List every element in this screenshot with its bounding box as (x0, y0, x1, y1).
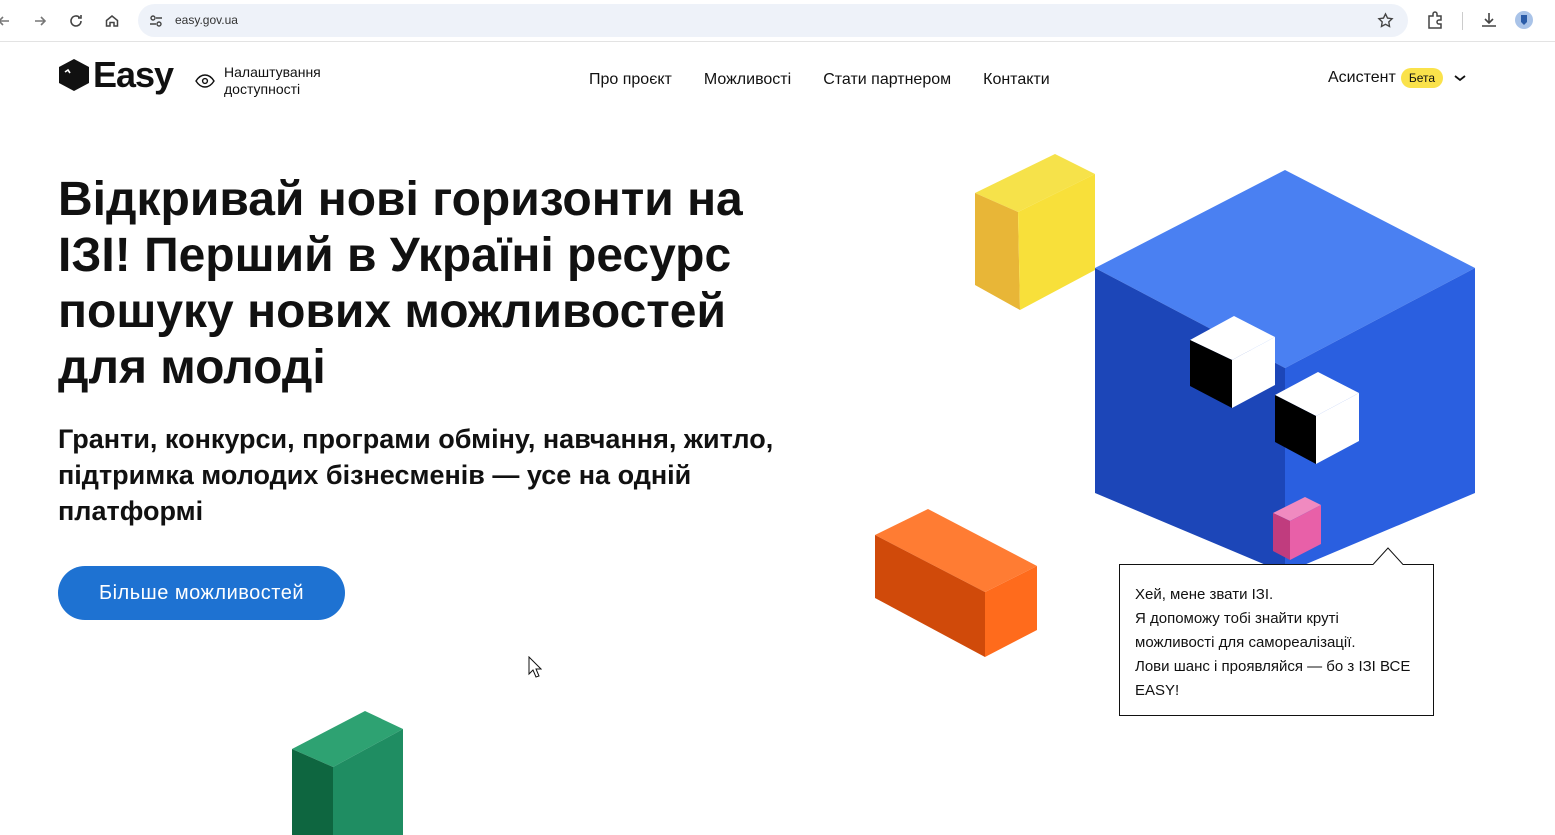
blue-cube-character (1095, 170, 1475, 573)
bubble-line: Хей, мене звати ІЗІ. (1135, 586, 1274, 603)
bubble-line: Я допоможу тобі знайти круті можливості … (1135, 610, 1356, 651)
yellow-cube (975, 154, 1095, 310)
mouse-cursor-icon (528, 656, 542, 678)
orange-block (875, 509, 1037, 657)
bubble-tail (1373, 547, 1403, 565)
bubble-line: Лови шанс і проявляйся — бо з ІЗІ ВСЕ EA… (1135, 658, 1411, 699)
mascot-speech-bubble: Хей, мене звати ІЗІ. Я допоможу тобі зна… (1119, 564, 1434, 716)
green-block (292, 711, 403, 835)
